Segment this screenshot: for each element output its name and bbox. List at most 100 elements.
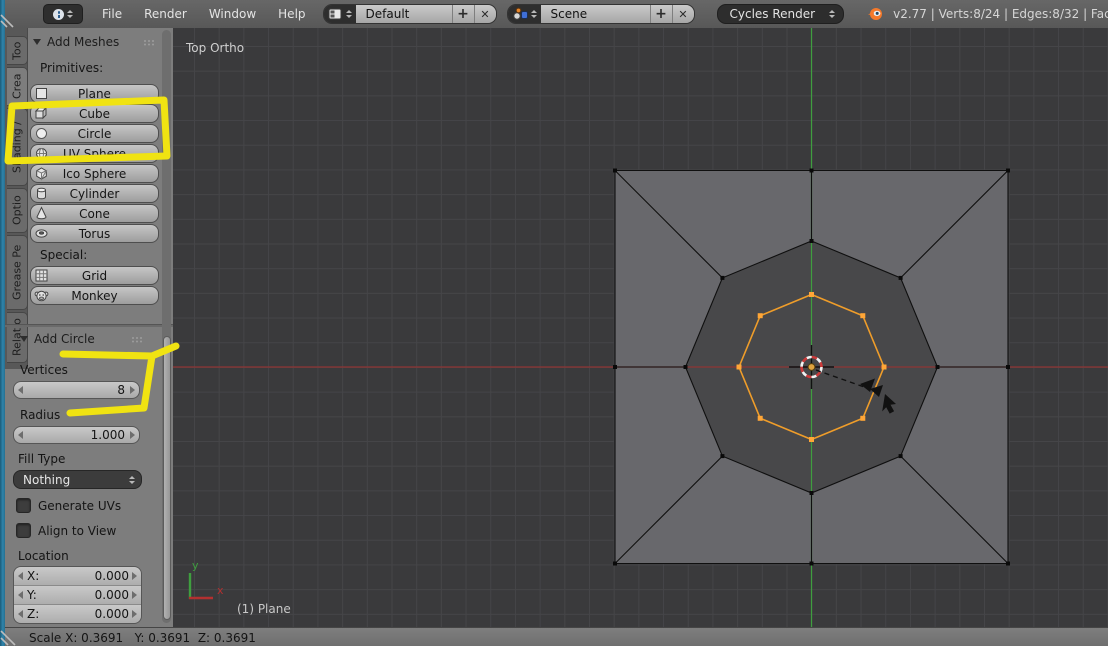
- align-to-view-label: Align to View: [38, 524, 116, 538]
- add-uv-sphere-button[interactable]: UV Sphere: [30, 144, 159, 163]
- increment-arrow-icon[interactable]: [132, 572, 137, 580]
- info-editor-icon: [53, 9, 64, 20]
- tab-grease-pencil[interactable]: Grease Pe: [7, 235, 28, 310]
- radius-slider[interactable]: 1.000: [13, 426, 140, 444]
- delete-scene-button[interactable]: [672, 5, 694, 23]
- view-name-label: Top Ortho: [185, 41, 244, 55]
- add-meshes-panel-title: Add Meshes: [47, 35, 119, 49]
- location-z-value: 0.000: [39, 607, 132, 621]
- add-scene-button[interactable]: [650, 5, 672, 23]
- layout-arrows-icon: [346, 10, 352, 18]
- ico-sphere-icon: [34, 166, 49, 181]
- generate-uvs-checkbox[interactable]: [16, 498, 31, 513]
- align-to-view-checkbox[interactable]: [16, 523, 31, 538]
- add-circle-panel-title: Add Circle: [34, 332, 95, 346]
- add-layout-button[interactable]: [452, 5, 474, 23]
- editor-type-selector[interactable]: [43, 4, 83, 24]
- scene-statistics: v2.77 | Verts:8/24 | Edges:8/32 | Faces:…: [893, 7, 1108, 21]
- cube-icon: [34, 106, 49, 121]
- add-grid-button[interactable]: Grid: [30, 266, 159, 285]
- scale-status-text: Scale X: 0.3691 Y: 0.3691 Z: 0.3691: [29, 631, 256, 645]
- tab-shading-uvs[interactable]: Shading /: [7, 108, 28, 186]
- torus-icon: [34, 226, 49, 241]
- grid-icon: [34, 268, 49, 283]
- plane-icon: [34, 86, 49, 101]
- menu-window[interactable]: Window: [198, 7, 267, 21]
- vertices-value: 8: [23, 383, 130, 397]
- tab-options[interactable]: Optio: [7, 188, 28, 233]
- increment-arrow-icon[interactable]: [130, 431, 135, 439]
- radius-value: 1.000: [23, 428, 130, 442]
- viewport-3d[interactable]: y x Top Ortho (1) Plane: [173, 28, 1108, 627]
- increment-arrow-icon[interactable]: [130, 386, 135, 394]
- editor-type-arrows-icon: [67, 10, 73, 18]
- location-x-value: 0.000: [39, 569, 132, 583]
- fill-type-dropdown[interactable]: Nothing: [13, 470, 142, 489]
- scene-arrows-icon: [531, 10, 537, 18]
- tool-shelf-tabs: Too Crea Shading / Optio Grease Pe Relat…: [5, 28, 28, 369]
- panel-separator: [5, 324, 173, 327]
- panel-expand-icon: [33, 39, 41, 45]
- render-engine-value: Cycles Render: [730, 7, 816, 21]
- location-label: Location: [18, 549, 69, 563]
- location-y-field[interactable]: Y: 0.000: [14, 585, 141, 604]
- render-engine-selector[interactable]: Cycles Render: [717, 4, 845, 24]
- screen-layout-icon: [328, 7, 343, 21]
- circle-icon: [34, 126, 49, 141]
- object-origin-dot: [808, 364, 815, 371]
- fill-type-label: Fill Type: [18, 452, 65, 466]
- info-header: File Render Window Help Default: [5, 0, 1108, 29]
- add-ico-sphere-button[interactable]: Ico Sphere: [30, 164, 159, 183]
- cylinder-icon: [34, 186, 49, 201]
- add-meshes-panel-header[interactable]: Add Meshes: [33, 35, 119, 49]
- add-cube-button[interactable]: Cube: [30, 104, 159, 123]
- blender-window: File Render Window Help Default: [0, 0, 1108, 646]
- scene-selector[interactable]: Scene: [507, 4, 695, 24]
- delete-layout-button[interactable]: [474, 5, 496, 23]
- add-cylinder-button[interactable]: Cylinder: [30, 184, 159, 203]
- add-circle-button[interactable]: Circle: [30, 124, 159, 143]
- decrement-arrow-icon[interactable]: [18, 572, 23, 580]
- increment-arrow-icon[interactable]: [132, 591, 137, 599]
- location-x-field[interactable]: X: 0.000: [14, 567, 141, 585]
- add-circle-panel-header[interactable]: Add Circle: [20, 332, 95, 346]
- panel-drag-dots-icon[interactable]: [143, 39, 157, 46]
- scene-icon: [512, 7, 528, 21]
- add-torus-button[interactable]: Torus: [30, 224, 159, 243]
- increment-arrow-icon[interactable]: [132, 610, 137, 618]
- viewport-scene: y x Top Ortho (1) Plane: [173, 28, 1108, 627]
- vertices-label: Vertices: [20, 363, 68, 377]
- monkey-icon: [34, 288, 49, 303]
- primitives-label: Primitives:: [40, 61, 103, 75]
- decrement-arrow-icon[interactable]: [18, 610, 23, 618]
- blender-logo-icon: [867, 6, 884, 22]
- uv-sphere-icon: [34, 146, 49, 161]
- scene-value[interactable]: Scene: [541, 5, 650, 23]
- add-monkey-button[interactable]: Monkey: [30, 286, 159, 305]
- panel-drag-dots-icon[interactable]: [131, 336, 145, 343]
- tab-create[interactable]: Crea: [7, 67, 28, 106]
- menu-render[interactable]: Render: [133, 7, 198, 21]
- shelf-scrollbar[interactable]: [162, 30, 171, 623]
- panel-expand-icon: [20, 336, 28, 342]
- active-object-label: (1) Plane: [237, 602, 291, 616]
- dropdown-arrows-icon: [129, 476, 135, 484]
- generate-uvs-label: Generate UVs: [38, 499, 121, 513]
- mini-axis-y-label: y: [192, 559, 199, 572]
- mini-axis-x-label: x: [217, 584, 224, 597]
- location-z-field[interactable]: Z: 0.000: [14, 604, 141, 623]
- screen-layout-value[interactable]: Default: [356, 5, 452, 23]
- vertices-slider[interactable]: 8: [13, 381, 140, 399]
- tab-tools[interactable]: Too: [7, 36, 28, 65]
- menu-help[interactable]: Help: [267, 7, 316, 21]
- decrement-arrow-icon[interactable]: [18, 591, 23, 599]
- location-y-value: 0.000: [37, 588, 132, 602]
- menu-file[interactable]: File: [91, 7, 133, 21]
- add-cone-button[interactable]: Cone: [30, 204, 159, 223]
- add-plane-button[interactable]: Plane: [30, 84, 159, 103]
- radius-label: Radius: [20, 408, 60, 422]
- tool-shelf: Too Crea Shading / Optio Grease Pe Relat…: [5, 28, 174, 627]
- special-label: Special:: [40, 248, 87, 262]
- screen-layout-selector[interactable]: Default: [323, 4, 497, 24]
- shelf-scrollbar-thumb[interactable]: [163, 336, 171, 620]
